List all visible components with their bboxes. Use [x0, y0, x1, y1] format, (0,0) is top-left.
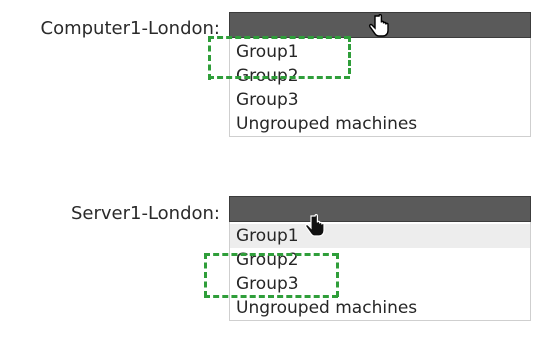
server1-option-group3[interactable]: Group3 — [230, 272, 530, 296]
computer1-option-group1[interactable]: Group1 — [230, 40, 530, 64]
server1-option-group2[interactable]: Group2 — [230, 248, 530, 272]
hand-cursor-icon — [368, 14, 389, 37]
server1-label: Server1-London: — [70, 203, 220, 224]
hand-cursor-icon — [305, 214, 325, 237]
annotation-bracket-top — [204, 253, 338, 256]
server1-option-group1[interactable]: Group1 — [230, 224, 530, 248]
annotation-bracket-top — [208, 36, 350, 39]
server1-dropdown[interactable]: Group1 Group2 Group3 Ungrouped machines — [229, 196, 531, 321]
annotation-bracket-bottom — [208, 76, 350, 79]
annotation-bracket-right — [348, 36, 351, 74]
computer1-options-list: Group1 Group2 Group3 Ungrouped machines — [229, 38, 531, 137]
server1-option-ungrouped[interactable]: Ungrouped machines — [230, 296, 530, 320]
computer1-label: Computer1-London: — [40, 18, 220, 39]
annotation-bracket-right — [336, 253, 339, 297]
server1-dropdown-header[interactable] — [229, 196, 531, 222]
computer1-option-ungrouped[interactable]: Ungrouped machines — [230, 112, 530, 136]
annotation-bracket-left — [204, 253, 207, 297]
annotation-bracket-bottom — [204, 295, 338, 298]
computer1-option-group3[interactable]: Group3 — [230, 88, 530, 112]
server1-options-list: Group1 Group2 Group3 Ungrouped machines — [229, 222, 531, 321]
annotation-bracket-left — [208, 36, 211, 80]
